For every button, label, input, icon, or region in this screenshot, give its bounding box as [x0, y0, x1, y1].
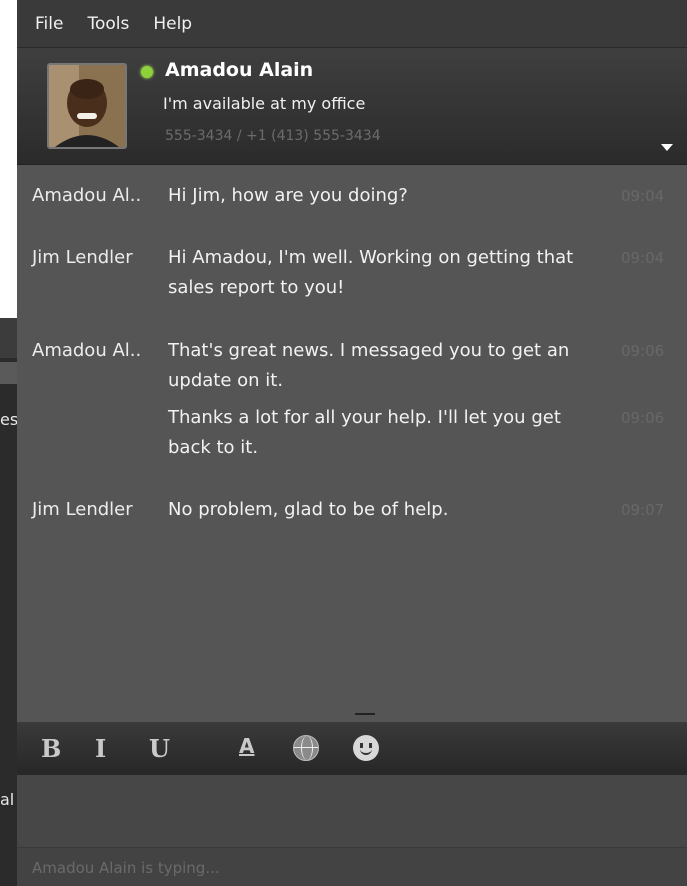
- message-input[interactable]: [17, 775, 687, 847]
- message-text: Hi Amadou, I'm well. Working on getting …: [168, 247, 574, 298]
- italic-button[interactable]: I: [95, 734, 106, 763]
- background-window-text: al: [0, 790, 15, 809]
- message-text: Hi Jim, how are you doing?: [168, 185, 408, 206]
- contact-status-message: I'm available at my office: [163, 94, 366, 113]
- background-window-text: es: [0, 410, 19, 429]
- menu-bar: File Tools Help: [17, 0, 687, 48]
- contact-dropdown-icon[interactable]: [661, 144, 673, 151]
- contact-name: Amadou Alain: [165, 59, 314, 81]
- message-time: 09:06: [621, 342, 665, 360]
- avatar[interactable]: [47, 63, 127, 149]
- presence-indicator: [141, 66, 153, 78]
- message-sender: Jim Lendler: [32, 499, 133, 520]
- status-bar: Amadou Alain is typing...: [17, 847, 687, 886]
- font-color-button[interactable]: A: [239, 734, 254, 758]
- message-time: 09:04: [621, 187, 665, 205]
- conversation-area: Amadou Al.. Hi Jim, how are you doing? 0…: [17, 165, 687, 710]
- message-time: 09:06: [621, 409, 665, 427]
- menu-help[interactable]: Help: [153, 14, 192, 34]
- menu-file[interactable]: File: [35, 14, 63, 34]
- underline-button[interactable]: U: [149, 734, 170, 763]
- contact-header: Amadou Alain I'm available at my office …: [17, 48, 687, 165]
- bold-button[interactable]: B: [41, 734, 61, 763]
- contact-phone: 555-3434 / +1 (413) 555-3434: [165, 128, 381, 144]
- message-time: 09:04: [621, 249, 665, 267]
- globe-button[interactable]: [293, 735, 319, 761]
- smiley-icon: [353, 735, 379, 761]
- menu-tools[interactable]: Tools: [87, 14, 129, 34]
- chat-window: File Tools Help Amadou Alain I'm availab…: [17, 0, 687, 886]
- message-time: 09:07: [621, 501, 665, 519]
- message-sender: Amadou Al..: [32, 185, 142, 206]
- message-sender: Jim Lendler: [32, 247, 133, 268]
- message-text: No problem, glad to be of help.: [168, 499, 449, 520]
- message-sender: Amadou Al..: [32, 340, 142, 361]
- emoticon-button[interactable]: [353, 735, 379, 761]
- format-toolbar: B I U A: [17, 722, 687, 775]
- avatar-photo-icon: [49, 65, 125, 147]
- message-text: That's great news. I messaged you to get…: [168, 340, 570, 391]
- message-text: Thanks a lot for all your help. I'll let…: [168, 407, 561, 458]
- globe-icon: [293, 735, 319, 761]
- typing-indicator: Amadou Alain is typing...: [32, 859, 220, 877]
